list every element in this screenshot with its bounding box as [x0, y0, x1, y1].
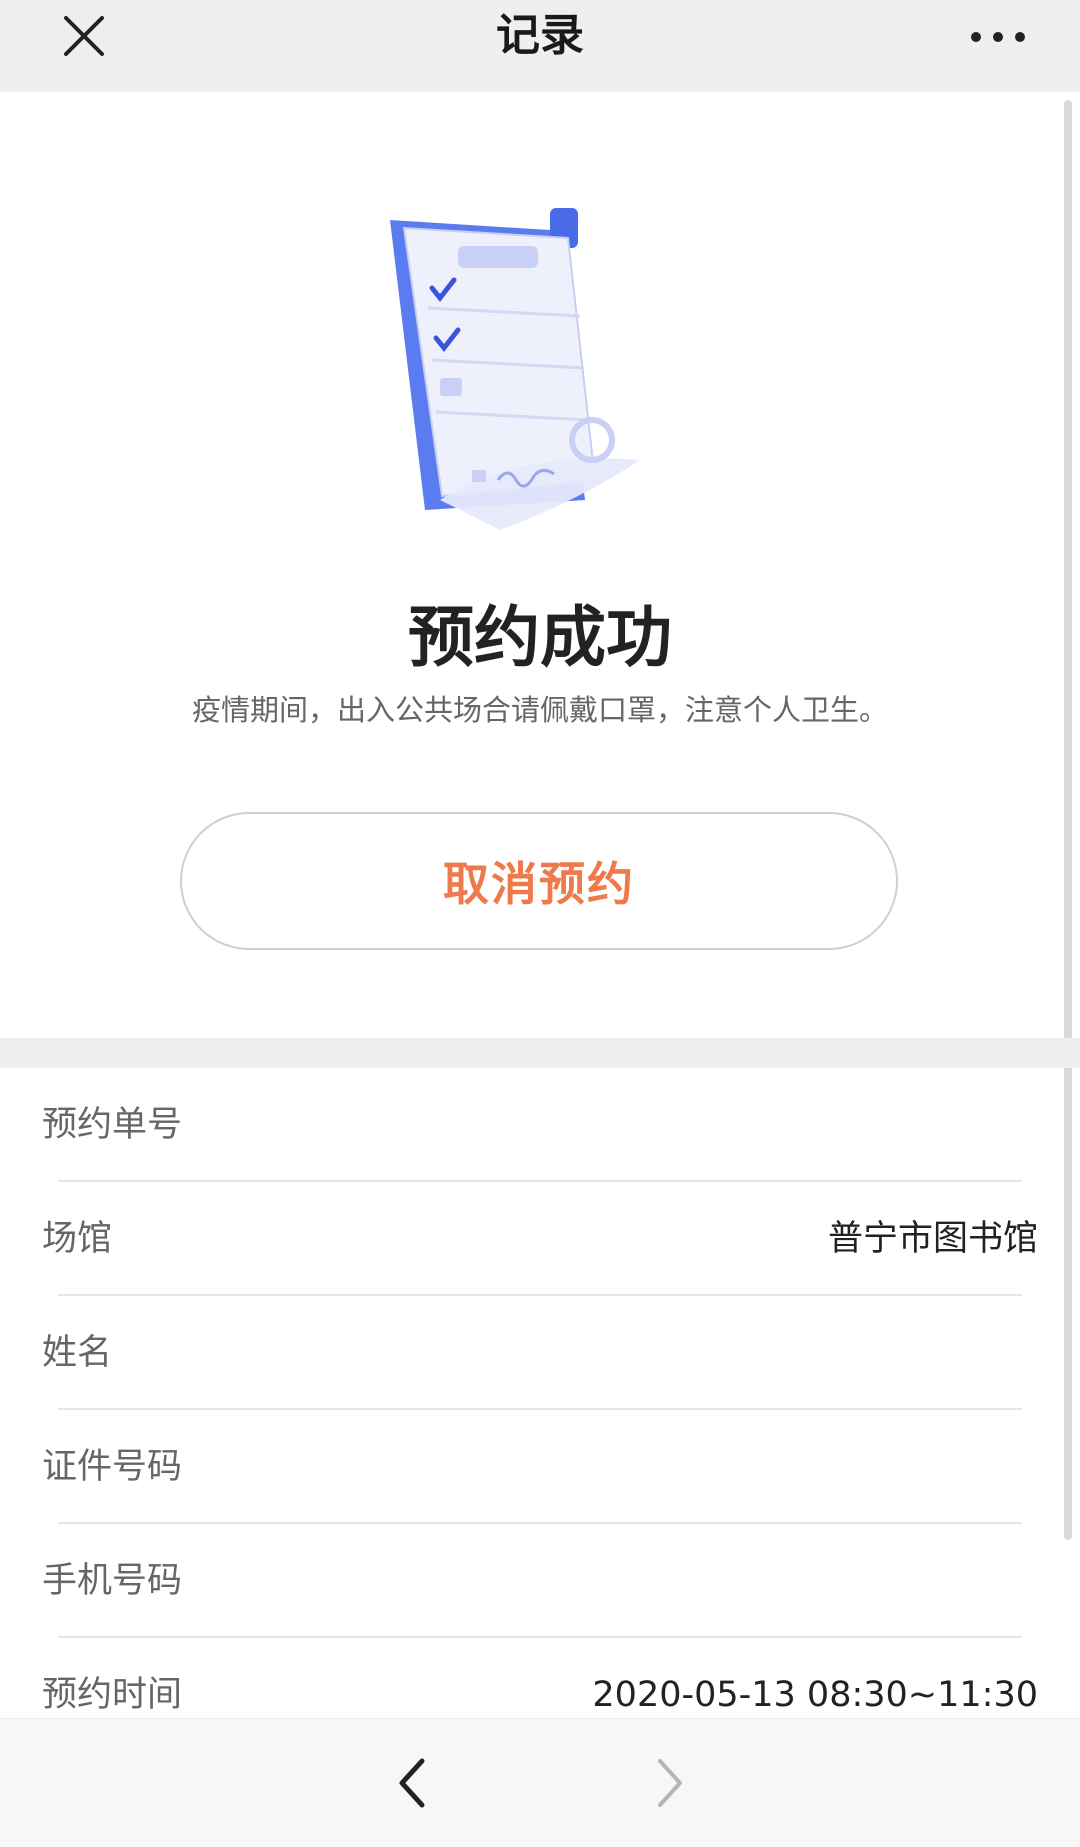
detail-value: 2020-05-13 08:30~11:30	[592, 1675, 1038, 1715]
detail-label: 预约时间	[42, 1675, 183, 1715]
detail-label: 证件号码	[42, 1447, 183, 1487]
detail-row-phone: 手机号码	[0, 1524, 1080, 1638]
detail-label: 姓名	[42, 1333, 113, 1373]
document-checklist-illustration	[390, 208, 640, 530]
page-title: 记录	[496, 10, 584, 61]
chevron-right-icon[interactable]	[654, 1755, 686, 1811]
chevron-left-icon[interactable]	[396, 1755, 428, 1811]
detail-label: 场馆	[42, 1219, 113, 1259]
cancel-reservation-button[interactable]: 取消预约	[180, 812, 898, 950]
detail-label: 手机号码	[42, 1561, 183, 1601]
success-title: 预约成功	[408, 599, 672, 676]
detail-label: 预约单号	[42, 1105, 183, 1145]
detail-row-venue: 场馆 普宁市图书馆	[0, 1182, 1080, 1296]
epidemic-notice: 疫情期间，出入公共场合请佩戴口罩，注意个人卫生。	[191, 693, 888, 727]
reservation-details: 预约单号 场馆 普宁市图书馆 姓名 证件号码 手机号码 预约时间 2020-05…	[0, 1068, 1080, 1752]
detail-value: 普宁市图书馆	[827, 1219, 1038, 1259]
bottom-nav-bar	[0, 1718, 1080, 1847]
top-bar: 记录	[0, 0, 1080, 92]
detail-row-id-number: 证件号码	[0, 1410, 1080, 1524]
more-icon[interactable]	[968, 22, 1028, 52]
detail-row-name: 姓名	[0, 1296, 1080, 1410]
detail-row-order-number: 预约单号	[0, 1068, 1080, 1182]
section-divider	[0, 1038, 1080, 1068]
